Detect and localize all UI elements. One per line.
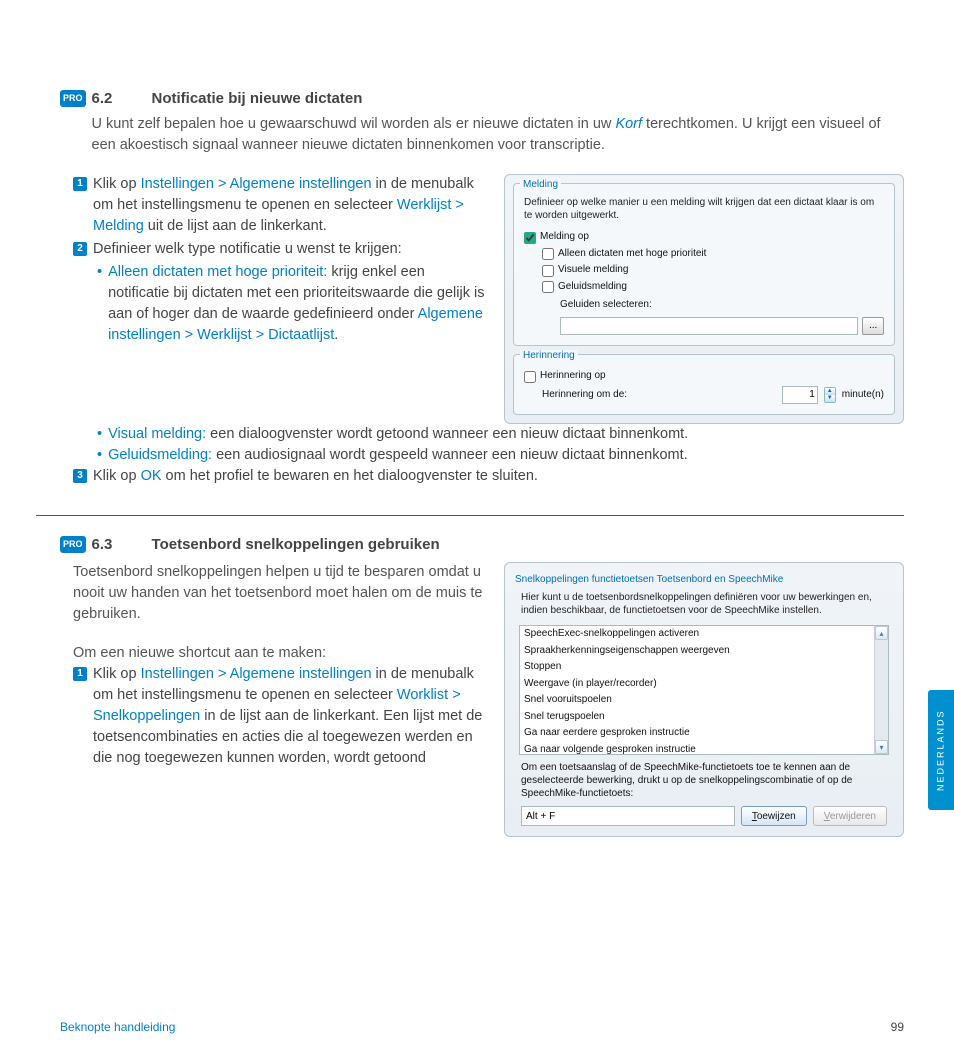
dlg2-instr: Om een toetsaanslag of de SpeechMike-fun… — [515, 761, 893, 800]
listbox-item[interactable]: Ga naar volgende gesproken instructie — [520, 742, 874, 755]
checkbox-priority[interactable]: Alleen dictaten met hoge prioriteit — [524, 247, 884, 262]
heading-6-2: 6.2Notificatie bij nieuwe dictaten — [92, 88, 904, 110]
dlg2-desc: Hier kunt u de toetsenbordsnelkoppelinge… — [515, 591, 893, 617]
sound-path-input[interactable] — [560, 317, 858, 335]
section-divider — [36, 515, 904, 516]
shortcut-listbox[interactable]: SpeechExec-snelkoppelingen activerenSpra… — [519, 625, 889, 755]
intro-6-3: Toetsenbord snelkoppelingen helpen u tij… — [73, 562, 486, 625]
footer-title: Beknopte handleiding — [60, 1019, 175, 1036]
num-badge-2: 2 — [73, 242, 87, 256]
intro-6-2: U kunt zelf bepalen hoe u gewaarschuwd w… — [92, 114, 904, 156]
listbox-item[interactable]: SpeechExec-snelkoppelingen activeren — [520, 626, 874, 643]
label-select-sounds: Geluiden selecteren: — [524, 298, 884, 313]
reminder-minutes-input[interactable] — [782, 386, 818, 404]
pro-badge: PRO — [60, 90, 86, 107]
notification-dialog: Melding Definieer op welke manier u een … — [504, 174, 904, 424]
bullet-visual: • Visual melding: een dialoogvenster wor… — [73, 424, 904, 445]
shortcut-input[interactable] — [521, 806, 735, 826]
step-2: 2 Definieer welk type notificatie u wens… — [73, 239, 486, 260]
scroll-down-icon[interactable]: ▾ — [875, 740, 888, 754]
step-1: 1 Klik op Instellingen > Algemene instel… — [73, 174, 486, 237]
num-badge-1: 1 — [73, 177, 87, 191]
scroll-up-icon[interactable]: ▴ — [875, 626, 888, 640]
listbox-item[interactable]: Spraakherkenningseigenschappen weergeven — [520, 643, 874, 660]
fieldset-melding-legend: Melding — [520, 179, 561, 190]
checkbox-visual[interactable]: Visuele melding — [524, 263, 884, 278]
step-3: 3 Klik op OK om het profiel te bewaren e… — [73, 466, 904, 487]
num-badge-3: 3 — [73, 469, 87, 483]
heading-6-3: 6.3Toetsenbord snelkoppelingen gebruiken — [92, 534, 904, 556]
bullet-priority: • Alleen dictaten met hoge prioriteit: k… — [73, 262, 486, 346]
dlg-desc: Definieer op welke manier u een melding … — [524, 196, 884, 222]
dlg2-title: Snelkoppelingen functietoetsen Toetsenbo… — [515, 573, 893, 588]
language-tab: NEDERLANDS — [928, 690, 954, 810]
listbox-item[interactable]: Snel terugspoelen — [520, 709, 874, 726]
num-badge-63-1: 1 — [73, 667, 87, 681]
spinner-buttons[interactable]: ▲▼ — [824, 387, 836, 403]
listbox-item[interactable]: Snel vooruitspoelen — [520, 692, 874, 709]
listbox-item[interactable]: Ga naar eerdere gesproken instructie — [520, 725, 874, 742]
pro-badge-2: PRO — [60, 536, 86, 553]
remove-button[interactable]: Verwijderen — [813, 806, 887, 826]
listbox-scrollbar[interactable]: ▴ ▾ — [874, 626, 888, 754]
step-63-1: 1 Klik op Instellingen > Algemene instel… — [73, 664, 486, 769]
page-number: 99 — [891, 1019, 904, 1036]
listbox-item[interactable]: Stoppen — [520, 659, 874, 676]
checkbox-melding-op[interactable]: Melding op — [524, 230, 884, 245]
fieldset-herinnering-legend: Herinnering — [520, 350, 578, 361]
label-reminder-every: Herinnering om de: — [542, 388, 627, 403]
checkbox-reminder[interactable]: Herinnering op — [524, 369, 884, 384]
shortcuts-dialog: Snelkoppelingen functietoetsen Toetsenbo… — [504, 562, 904, 838]
bullet-sound: • Geluidsmelding: een audiosignaal wordt… — [73, 445, 904, 466]
checkbox-sound[interactable]: Geluidsmelding — [524, 280, 884, 295]
browse-button[interactable]: ... — [862, 317, 884, 335]
sub-6-3: Om een nieuwe shortcut aan te maken: — [73, 643, 486, 664]
listbox-item[interactable]: Weergave (in player/recorder) — [520, 676, 874, 693]
assign-button[interactable]: Toewijzen — [741, 806, 807, 826]
label-minutes: minute(n) — [842, 388, 884, 403]
